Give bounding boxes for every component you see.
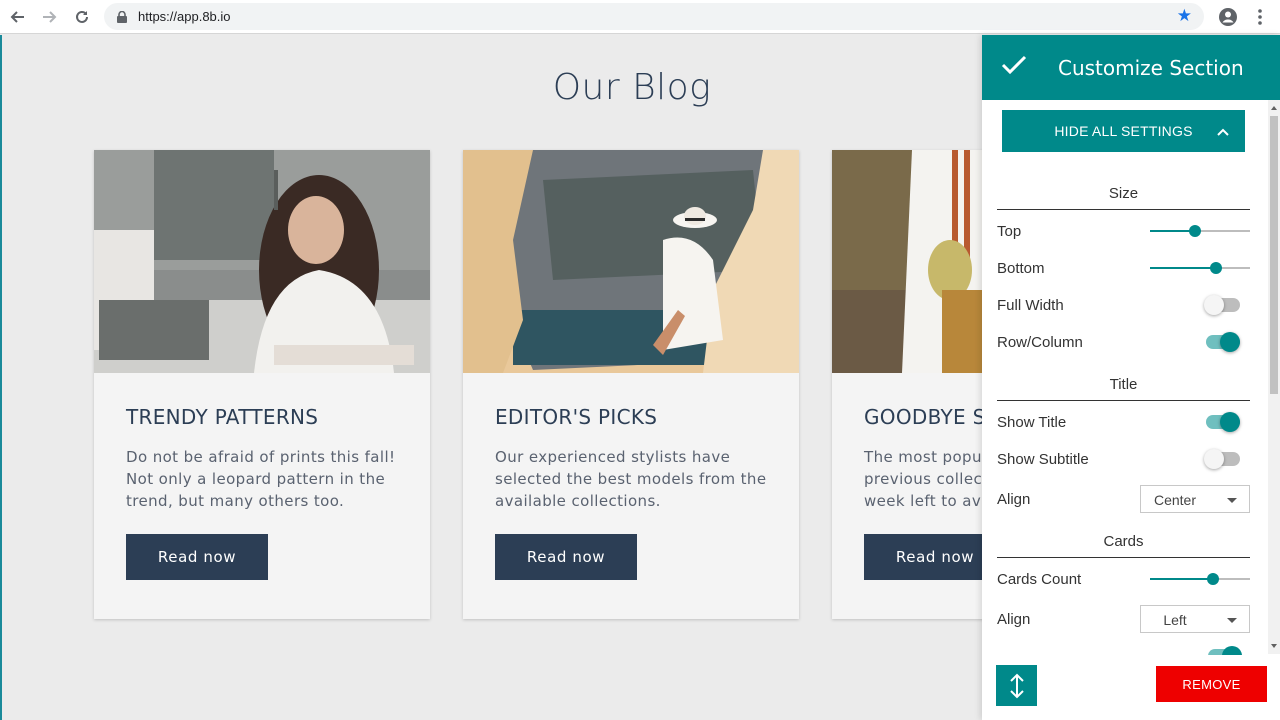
blog-card: EDITOR'S PICKS Our experienced stylists … xyxy=(463,150,799,619)
cards-count-slider[interactable] xyxy=(1150,573,1250,585)
top-label: Top xyxy=(997,223,1022,240)
select-value: Center xyxy=(1153,492,1197,508)
bottom-slider[interactable] xyxy=(1150,262,1250,274)
section-divider xyxy=(997,557,1250,558)
section-divider xyxy=(997,400,1250,401)
card-text: Do not be afraid of prints this fall! No… xyxy=(126,448,396,510)
card-text: The most popul previous collect week lef… xyxy=(864,448,991,510)
cards-count-label: Cards Count xyxy=(997,571,1082,588)
confirm-check-icon[interactable] xyxy=(1000,54,1028,81)
slider-thumb[interactable] xyxy=(1210,262,1222,274)
scroll-down-arrow[interactable] xyxy=(1271,644,1277,648)
panel-title: Customize Section xyxy=(1058,56,1244,80)
scrollbar-thumb[interactable] xyxy=(1270,116,1278,394)
cards-align-label: Align xyxy=(997,611,1031,628)
dropdown-caret-icon xyxy=(1227,618,1237,623)
menu-dots-icon[interactable] xyxy=(1248,5,1272,29)
section-divider xyxy=(997,209,1250,210)
top-slider[interactable] xyxy=(1150,225,1250,237)
section-title-cards: Cards xyxy=(1103,533,1144,550)
blog-card: TRENDY PATTERNS Do not be afraid of prin… xyxy=(94,150,430,619)
bottom-label: Bottom xyxy=(997,260,1045,277)
section-title-title: Title xyxy=(1109,376,1138,393)
read-now-button[interactable]: Read now xyxy=(126,534,268,580)
show-subtitle-label: Show Subtitle xyxy=(997,451,1089,468)
lock-icon xyxy=(117,10,127,28)
hide-all-settings-label: HIDE ALL SETTINGS xyxy=(1054,123,1193,139)
account-icon[interactable] xyxy=(1216,5,1240,29)
slider-thumb[interactable] xyxy=(1207,573,1219,585)
full-width-label: Full Width xyxy=(997,297,1064,314)
card-text: Our experienced stylists have selected t… xyxy=(495,448,767,510)
card-title: EDITOR'S PICKS xyxy=(495,405,658,429)
section-title-size: Size xyxy=(1108,185,1139,202)
select-value: Left xyxy=(1163,612,1187,628)
card-image-woman-writing xyxy=(94,150,430,373)
clipped-toggle xyxy=(1206,645,1242,655)
panel-footer: REMOVE xyxy=(982,655,1268,720)
address-bar[interactable]: https://app.8b.io ★ xyxy=(104,3,1204,30)
move-section-button[interactable] xyxy=(996,665,1037,706)
title-align-label: Align xyxy=(997,491,1031,508)
show-title-toggle[interactable] xyxy=(1204,411,1240,433)
full-width-toggle[interactable] xyxy=(1204,294,1240,316)
dropdown-caret-icon xyxy=(1227,498,1237,503)
card-title: TRENDY PATTERNS xyxy=(126,405,319,429)
browser-toolbar: https://app.8b.io ★ xyxy=(0,0,1280,34)
row-column-label: Row/Column xyxy=(997,334,1083,351)
panel-scrollbar[interactable] xyxy=(1268,100,1280,654)
slider-thumb[interactable] xyxy=(1189,225,1201,237)
card-image-woman-cliffs xyxy=(463,150,799,373)
chevron-up-icon xyxy=(1217,123,1229,139)
card-title: GOODBYE SU xyxy=(864,405,1001,429)
row-column-toggle[interactable] xyxy=(1204,331,1240,353)
read-now-button[interactable]: Read now xyxy=(495,534,637,580)
show-title-label: Show Title xyxy=(997,414,1067,431)
scroll-up-arrow[interactable] xyxy=(1271,106,1277,110)
reload-icon[interactable] xyxy=(70,5,94,29)
customize-panel: Customize Section HIDE ALL SETTINGS Size… xyxy=(982,35,1280,720)
bookmark-star-icon[interactable]: ★ xyxy=(1177,7,1192,25)
forward-icon[interactable] xyxy=(37,5,61,29)
show-subtitle-toggle[interactable] xyxy=(1204,448,1240,470)
remove-button[interactable]: REMOVE xyxy=(1156,666,1267,702)
back-icon[interactable] xyxy=(6,5,30,29)
url-text: https://app.8b.io xyxy=(138,9,231,24)
title-align-select[interactable]: Center xyxy=(1140,485,1250,513)
vertical-arrows-icon xyxy=(1009,673,1024,698)
hide-all-settings-button[interactable]: HIDE ALL SETTINGS xyxy=(1002,110,1245,152)
panel-header: Customize Section xyxy=(982,35,1280,100)
cards-align-select[interactable]: Left xyxy=(1140,605,1250,633)
